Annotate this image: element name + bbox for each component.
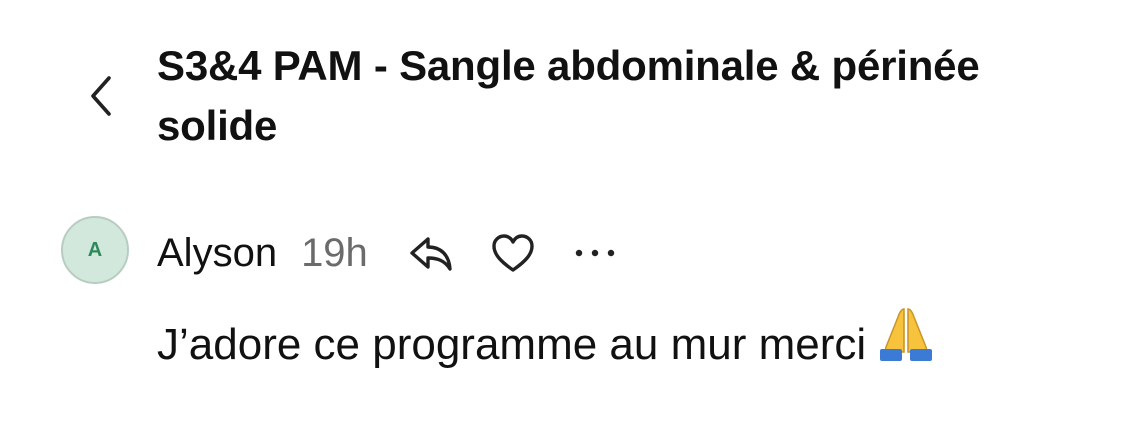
chevron-left-icon: [91, 76, 111, 116]
avatar-initial: A: [87, 238, 103, 261]
page-title: S3&4 PAM - Sangle abdominale & périnée s…: [157, 42, 980, 149]
reply-button[interactable]: [406, 228, 456, 278]
back-button[interactable]: [78, 68, 122, 124]
comment-text-content: J’adore ce programme au mur merci: [157, 320, 867, 369]
comment-author[interactable]: Alyson: [157, 231, 277, 276]
reply-icon: [410, 237, 452, 271]
like-button[interactable]: [488, 228, 538, 278]
more-horizontal-icon: [575, 249, 615, 257]
comment-item: A Alyson 19h J’adore ce programme au mur…: [0, 200, 1127, 400]
comment-text: J’adore ce programme au mur merci: [157, 308, 1097, 381]
avatar[interactable]: A: [61, 216, 129, 284]
post-header: S3&4 PAM - Sangle abdominale & périnée s…: [0, 0, 1127, 170]
heart-icon: [492, 234, 534, 272]
folded-hands-emoji: [876, 303, 936, 381]
more-options-button[interactable]: [570, 228, 620, 278]
comment-timestamp: 19h: [301, 230, 368, 275]
comment-meta: Alyson 19h: [157, 226, 620, 280]
